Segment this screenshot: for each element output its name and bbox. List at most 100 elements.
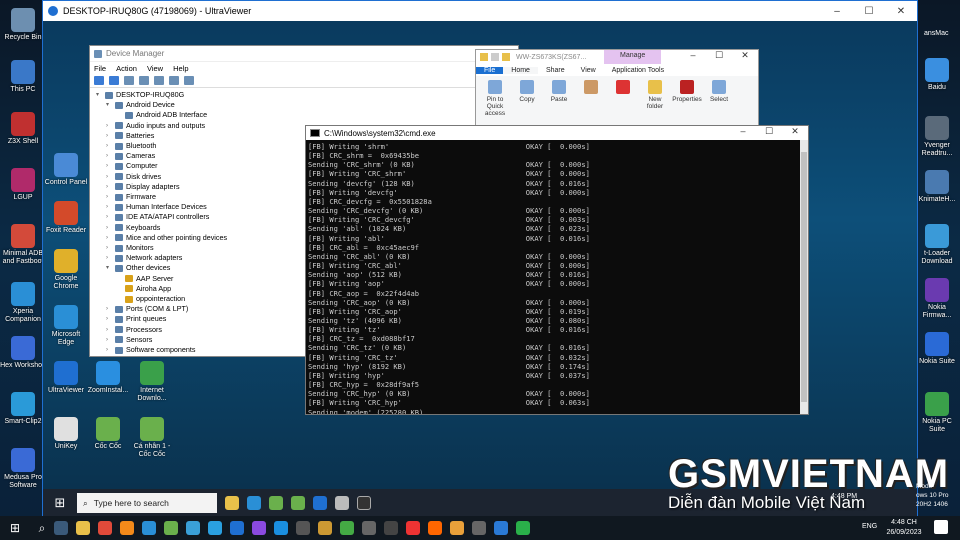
- maximize-button[interactable]: ☐: [756, 126, 782, 137]
- expand-chevron-icon[interactable]: ›: [106, 345, 115, 355]
- expand-chevron-icon[interactable]: ▾: [106, 100, 115, 110]
- desktop-icon[interactable]: ZoomInstal...: [85, 361, 131, 395]
- vscode-taskbar-icon[interactable]: [494, 521, 508, 535]
- minimize-button[interactable]: –: [680, 50, 706, 61]
- ultraviewer-taskbar-icon[interactable]: [230, 521, 244, 535]
- tab-share[interactable]: Share: [538, 67, 573, 74]
- copy-button[interactable]: Copy: [512, 80, 542, 103]
- chrome-taskbar-icon[interactable]: [98, 521, 112, 535]
- desktop-icon[interactable]: Yvenger Readtru...: [914, 116, 960, 158]
- desktop-icon[interactable]: UltraViewer: [43, 361, 89, 395]
- download-taskbar-icon[interactable]: [450, 521, 464, 535]
- tab-home[interactable]: Home: [503, 66, 538, 74]
- system-clock[interactable]: 4:48 CH 26/09/2023: [884, 518, 924, 538]
- tree-item[interactable]: ▾ Android Device: [96, 100, 518, 110]
- coccoc-taskbar-icon[interactable]: [164, 521, 178, 535]
- expand-chevron-icon[interactable]: ›: [106, 141, 115, 151]
- expand-chevron-icon[interactable]: ›: [106, 233, 115, 243]
- windows-start-icon[interactable]: ⊞: [0, 521, 30, 535]
- maximize-button[interactable]: ☐: [706, 50, 732, 61]
- file-explorer-taskbar-icon[interactable]: [225, 496, 239, 510]
- expand-chevron-icon[interactable]: ›: [106, 223, 115, 233]
- windows-start-icon[interactable]: ⊞: [43, 495, 77, 511]
- file-explorer-window[interactable]: WW-ZS673KS(ZS67... Manage – ☐ ✕ File Home …: [475, 49, 759, 129]
- taskbar-search-box[interactable]: ⌕ Type here to search: [77, 493, 217, 513]
- expand-chevron-icon[interactable]: ›: [106, 182, 115, 192]
- pin-quick-access-button[interactable]: Pin to Quick access: [480, 80, 510, 117]
- close-button[interactable]: ✕: [732, 50, 758, 61]
- tool-taskbar-icon[interactable]: [472, 521, 486, 535]
- tab-file[interactable]: File: [476, 66, 504, 74]
- whatsapp-taskbar-icon[interactable]: [516, 521, 530, 535]
- maximize-button[interactable]: ☐: [853, 6, 885, 17]
- menu-view[interactable]: View: [147, 64, 163, 73]
- expand-chevron-icon[interactable]: ▾: [96, 90, 105, 100]
- app-taskbar-icon[interactable]: [186, 521, 200, 535]
- desktop-icon[interactable]: Nokia Firmwa...: [914, 278, 960, 320]
- tab-application-tools[interactable]: Application Tools: [604, 67, 672, 74]
- cmd-scrollbar[interactable]: [800, 140, 808, 414]
- expand-chevron-icon[interactable]: ›: [106, 325, 115, 335]
- expand-chevron-icon[interactable]: ›: [106, 202, 115, 212]
- expand-chevron-icon[interactable]: ›: [106, 253, 115, 263]
- minimize-button[interactable]: –: [821, 6, 853, 17]
- file-explorer-taskbar-icon[interactable]: [76, 521, 90, 535]
- cmd-window[interactable]: C:\Windows\system32\cmd.exe – ☐ ✕ [FB] Wri…: [305, 125, 809, 415]
- tool-taskbar-icon[interactable]: [362, 521, 376, 535]
- desktop-icon[interactable]: UniKey: [43, 417, 89, 451]
- tool-taskbar-icon[interactable]: [384, 521, 398, 535]
- expand-chevron-icon[interactable]: ›: [106, 304, 115, 314]
- menu-action[interactable]: Action: [116, 64, 137, 73]
- expand-chevron-icon[interactable]: ›: [106, 192, 115, 202]
- tool-taskbar-icon[interactable]: [340, 521, 354, 535]
- back-arrow-icon[interactable]: [94, 76, 104, 85]
- messenger-taskbar-icon[interactable]: [252, 521, 266, 535]
- tree-item[interactable]: Android ADB Interface: [96, 110, 518, 120]
- desktop-icon[interactable]: Smart-Clip2: [0, 392, 46, 426]
- edge-taskbar-icon[interactable]: [247, 496, 261, 510]
- desktop-icon[interactable]: Cốc Cốc: [85, 417, 131, 451]
- tool-taskbar-icon[interactable]: [406, 521, 420, 535]
- desktop-icon[interactable]: Recycle Bin: [0, 8, 46, 42]
- desktop-icon[interactable]: Z3X Shell: [0, 112, 46, 146]
- expand-chevron-icon[interactable]: ›: [106, 243, 115, 253]
- edge-taskbar-icon[interactable]: [142, 521, 156, 535]
- task-view-icon[interactable]: [54, 521, 68, 535]
- desktop-icon[interactable]: Xperia Companion: [0, 282, 46, 324]
- zalo-taskbar-icon[interactable]: [274, 521, 288, 535]
- properties-icon[interactable]: [139, 76, 149, 85]
- menu-file[interactable]: File: [94, 64, 106, 73]
- app-taskbar-icon[interactable]: [296, 521, 310, 535]
- ultraviewer-taskbar-icon[interactable]: [313, 496, 327, 510]
- close-button[interactable]: ✕: [782, 126, 808, 137]
- notification-icon[interactable]: [934, 520, 948, 534]
- tool-taskbar-icon[interactable]: [318, 521, 332, 535]
- desktop-icon[interactable]: LGUP: [0, 168, 46, 202]
- expand-chevron-icon[interactable]: ›: [106, 131, 115, 141]
- desktop-icon[interactable]: Cá nhân 1 - Cốc Cốc: [129, 417, 175, 459]
- update-driver-icon[interactable]: [169, 76, 179, 85]
- desktop-icon[interactable]: t-Loader Download: [914, 224, 960, 266]
- coccoc-taskbar-icon[interactable]: [269, 496, 283, 510]
- desktop-icon[interactable]: Google Chrome: [43, 249, 89, 291]
- select-button[interactable]: Select: [704, 80, 734, 103]
- new-folder-button[interactable]: New folder: [640, 80, 670, 110]
- properties-button[interactable]: Properties: [672, 80, 702, 103]
- scrollbar-thumb[interactable]: [801, 152, 807, 402]
- search-icon[interactable]: ⌕: [30, 521, 54, 536]
- telegram-taskbar-icon[interactable]: [208, 521, 222, 535]
- desktop-icon[interactable]: KnimateH...: [914, 170, 960, 204]
- xiaomi-taskbar-icon[interactable]: [428, 521, 442, 535]
- desktop-icon[interactable]: Microsoft Edge: [43, 305, 89, 347]
- tree-item[interactable]: ▾ DESKTOP-IRUQ80G: [96, 90, 518, 100]
- expand-chevron-icon[interactable]: ›: [106, 212, 115, 222]
- desktop-icon[interactable]: This PC: [0, 60, 46, 94]
- coccoc-taskbar-icon[interactable]: [291, 496, 305, 510]
- expand-chevron-icon[interactable]: ›: [106, 161, 115, 171]
- tree-view-icon[interactable]: [124, 76, 134, 85]
- paste-button[interactable]: Paste: [544, 80, 574, 103]
- expand-chevron-icon[interactable]: ›: [106, 121, 115, 131]
- move-to-button[interactable]: [576, 80, 606, 96]
- expand-chevron-icon[interactable]: ›: [106, 151, 115, 161]
- forward-arrow-icon[interactable]: [109, 76, 119, 85]
